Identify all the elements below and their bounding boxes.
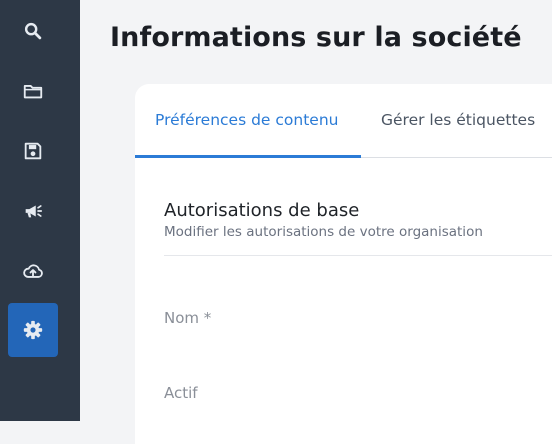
name-field-label: Nom * <box>164 309 212 327</box>
cloud-upload-icon <box>23 264 43 278</box>
main-content: Informations sur la société Préférences … <box>80 0 552 444</box>
tab-manage-labels[interactable]: Gérer les étiquettes <box>381 84 535 157</box>
sidebar <box>0 0 80 421</box>
search-icon <box>24 22 42 40</box>
sidebar-item-settings[interactable] <box>8 303 58 357</box>
sidebar-item-campaigns[interactable] <box>8 184 58 238</box>
sidebar-item-upload[interactable] <box>8 244 58 298</box>
sidebar-item-save[interactable] <box>8 124 58 178</box>
active-field-label: Actif <box>164 384 198 402</box>
settings-card: Préférences de contenu Gérer les étiquet… <box>135 84 552 444</box>
page-title: Informations sur la société <box>110 22 522 53</box>
tab-bar: Préférences de contenu Gérer les étiquet… <box>135 84 552 158</box>
section-divider <box>164 255 552 256</box>
sidebar-item-folder[interactable] <box>8 64 58 118</box>
tab-content-preferences[interactable]: Préférences de contenu <box>155 84 338 157</box>
save-icon <box>24 142 42 160</box>
folder-icon <box>23 85 43 99</box>
active-tab-indicator <box>135 155 361 158</box>
section-subtitle: Modifier les autorisations de votre orga… <box>164 224 483 240</box>
gear-icon <box>23 320 43 340</box>
megaphone-icon <box>25 205 43 218</box>
section-title: Autorisations de base <box>164 200 360 221</box>
sidebar-item-search[interactable] <box>8 4 58 58</box>
